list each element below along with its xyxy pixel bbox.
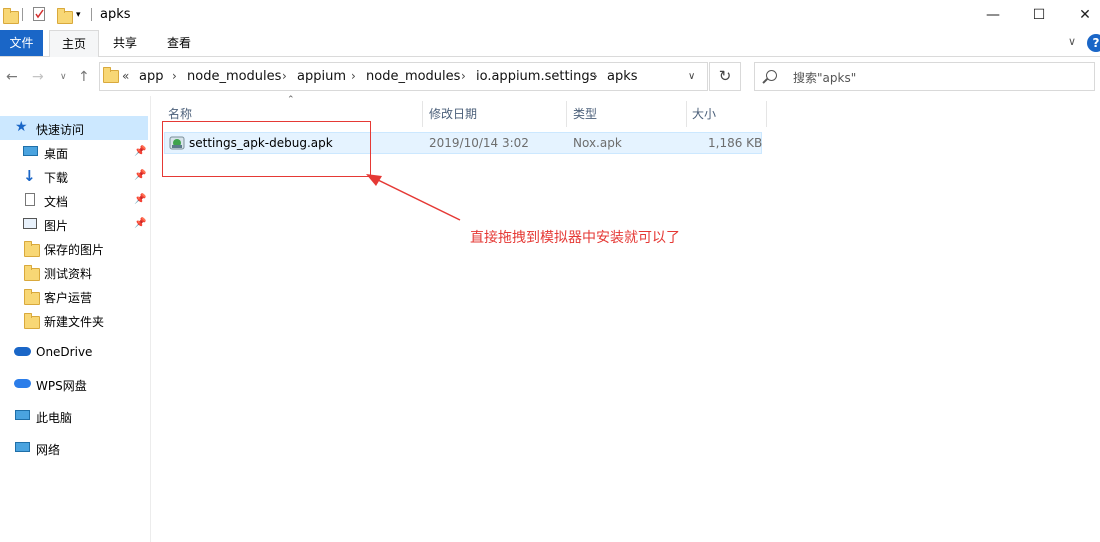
sidebar-item-label: 图片 — [44, 219, 69, 233]
sidebar-item-network[interactable]: 网络 — [0, 436, 148, 460]
window-title: apks — [100, 7, 131, 22]
chevron-right-icon[interactable]: › — [593, 69, 598, 83]
sidebar-item-label: 文档 — [44, 195, 69, 209]
file-size-cell: 1,186 KB — [708, 136, 763, 150]
folder-icon — [24, 241, 40, 257]
sidebar-item-onedrive[interactable]: OneDrive — [0, 340, 148, 364]
folder-icon — [103, 67, 119, 83]
close-button[interactable]: ✕ — [1062, 0, 1100, 30]
sidebar-item-label: 新建文件夹 — [44, 315, 105, 329]
tab-view[interactable]: 查看 — [157, 30, 201, 56]
sidebar-item-test-materials[interactable]: 测试资料 — [0, 260, 148, 284]
column-divider[interactable] — [766, 101, 767, 127]
breadcrumb-item[interactable]: app — [139, 69, 163, 84]
sidebar-item-label: OneDrive — [36, 345, 93, 359]
column-divider[interactable] — [422, 101, 423, 127]
tab-share[interactable]: 共享 — [104, 30, 146, 56]
folder-icon — [24, 265, 40, 281]
pin-icon: 📌 — [134, 146, 147, 157]
breadcrumb-item[interactable]: io.appium.settings — [476, 69, 596, 84]
minimize-button[interactable]: — — [970, 0, 1016, 30]
column-header-type[interactable]: 类型 — [573, 101, 597, 127]
sidebar-item-label: 快速访问 — [36, 123, 85, 137]
folder-icon — [24, 313, 40, 329]
tab-home[interactable]: 主页 — [49, 30, 99, 57]
divider — [22, 8, 23, 21]
cloud-icon — [14, 347, 31, 356]
address-dropdown-icon[interactable]: ∨ — [688, 71, 695, 82]
folder-icon — [3, 8, 19, 24]
sidebar-item-customer-operations[interactable]: 客户运营 — [0, 284, 148, 308]
download-icon: ↓ — [23, 167, 36, 185]
annotation-text: 直接拖拽到模拟器中安装就可以了 — [470, 230, 680, 246]
pin-icon: 📌 — [134, 170, 147, 181]
desktop-icon — [23, 146, 38, 156]
sidebar-item-label: 网络 — [36, 443, 61, 457]
sidebar-item-label: 桌面 — [44, 147, 69, 161]
annotation-arrow — [366, 174, 461, 221]
computer-icon — [15, 410, 30, 420]
sidebar-item-label: 此电脑 — [36, 411, 73, 425]
sidebar-item-label: WPS网盘 — [36, 379, 87, 393]
sidebar-item-wps[interactable]: WPS网盘 — [0, 372, 148, 396]
sidebar-item-desktop[interactable]: 桌面 📌 — [0, 140, 148, 164]
network-icon — [15, 442, 30, 452]
navigation-pane: ★ 快速访问 桌面 📌 ↓ 下载 📌 文档 📌 图片 📌 保存的图片 测试资料 … — [0, 96, 151, 542]
new-folder-icon[interactable] — [57, 8, 73, 24]
breadcrumb-item[interactable]: node_modules — [366, 69, 460, 84]
sidebar-item-documents[interactable]: 文档 📌 — [0, 188, 148, 212]
annotation-highlight-box — [162, 121, 371, 177]
sidebar-item-quick-access[interactable]: ★ 快速访问 — [0, 116, 148, 140]
forward-icon[interactable]: → — [32, 69, 44, 85]
pin-icon: 📌 — [134, 194, 147, 205]
star-icon: ★ — [15, 119, 28, 135]
breadcrumb-overflow[interactable]: « — [122, 69, 129, 83]
sidebar-item-label: 测试资料 — [44, 267, 93, 281]
sidebar-item-this-pc[interactable]: 此电脑 — [0, 404, 148, 428]
tab-file[interactable]: 文件 — [0, 30, 43, 56]
breadcrumb-item[interactable]: apks — [607, 69, 638, 84]
search-icon — [766, 70, 777, 81]
sidebar-item-downloads[interactable]: ↓ 下载 📌 — [0, 164, 148, 188]
cloud-icon — [14, 379, 31, 388]
expand-ribbon-icon[interactable]: ∨ — [1068, 35, 1076, 48]
folder-icon — [24, 289, 40, 305]
chevron-right-icon[interactable]: › — [172, 69, 177, 83]
picture-icon — [23, 218, 37, 229]
recent-locations-icon[interactable]: ∨ — [60, 72, 67, 82]
sidebar-item-label: 保存的图片 — [44, 243, 105, 257]
maximize-button[interactable]: ☐ — [1016, 0, 1062, 30]
customize-toolbar-icon[interactable]: ▾ — [76, 10, 81, 20]
sidebar-item-saved-pictures[interactable]: 保存的图片 — [0, 236, 148, 260]
back-icon[interactable]: ← — [6, 69, 18, 85]
document-icon — [25, 193, 35, 206]
breadcrumb-item[interactable]: node_modules — [187, 69, 281, 84]
chevron-right-icon[interactable]: › — [282, 69, 287, 83]
column-divider[interactable] — [566, 101, 567, 127]
divider — [91, 8, 92, 21]
up-icon[interactable]: ↑ — [78, 69, 90, 85]
file-modified-cell: 2019/10/14 3:02 — [429, 136, 529, 150]
pin-icon: 📌 — [134, 218, 147, 229]
sidebar-item-new-folder[interactable]: 新建文件夹 — [0, 308, 148, 332]
sort-ascending-icon: ⌃ — [287, 95, 295, 105]
chevron-right-icon[interactable]: › — [351, 69, 356, 83]
sidebar-item-pictures[interactable]: 图片 📌 — [0, 212, 148, 236]
chevron-right-icon[interactable]: › — [461, 69, 466, 83]
title-bar: ▾ apks — ☐ ✕ — [0, 0, 1100, 30]
breadcrumb-item[interactable]: appium — [297, 69, 346, 84]
file-type-cell: Nox.apk — [573, 136, 622, 150]
sidebar-item-label: 客户运营 — [44, 291, 93, 305]
column-header-modified[interactable]: 修改日期 — [429, 101, 477, 127]
help-icon[interactable]: ? — [1087, 34, 1100, 52]
properties-icon[interactable] — [33, 7, 45, 21]
sidebar-item-label: 下载 — [44, 171, 69, 185]
search-placeholder: 搜索"apks" — [793, 71, 857, 85]
column-divider[interactable] — [686, 101, 687, 127]
ribbon-tabs: 文件 主页 共享 查看 ∨ ? — [0, 30, 1100, 57]
refresh-button[interactable]: ↻ — [709, 62, 741, 91]
column-header-size[interactable]: 大小 — [692, 101, 716, 127]
